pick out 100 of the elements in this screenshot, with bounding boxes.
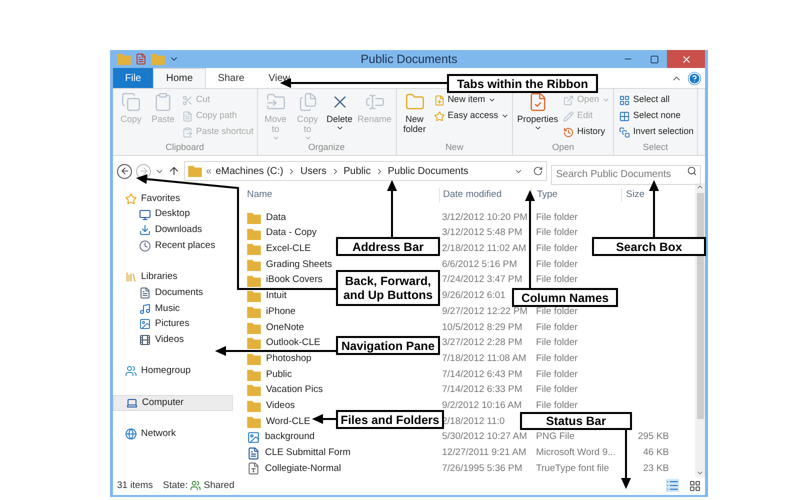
nav-item[interactable]: Downloads [113,222,233,238]
file-name[interactable]: Vacation Pics [266,383,323,398]
date-modified: 10/5/2012 8:29 PM [442,322,522,333]
rename-icon [364,92,385,112]
music-icon [139,302,151,315]
folder-icon [247,306,261,318]
nav-item[interactable]: Libraries [113,269,233,286]
document-icon [247,446,260,460]
file-name[interactable]: Excel-CLE [266,242,311,256]
ribbon-button[interactable]: Delete [324,92,355,142]
address-bar[interactable]: « eMachines (C:) Users Public Public Documents [184,161,547,181]
overflow-marker: « [206,164,212,178]
file-name[interactable]: Word-CLE [266,414,310,429]
file-name[interactable]: iBook Covers [266,273,322,288]
scrollbar[interactable] [695,183,705,477]
ribbon-button[interactable]: Invert selection [619,124,694,140]
file-name[interactable]: OneNote [266,320,304,335]
ribbon-tab[interactable]: View [256,68,302,88]
nav-item[interactable]: Pictures [113,316,233,332]
breadcrumb[interactable]: eMachines (C:) [216,164,284,178]
clock-icon [139,240,151,252]
date-modified: 9/26/2012 6:01 [442,290,506,302]
file-name[interactable]: Data [266,210,286,225]
date-modified: 7/24/2012 3:47 PM [442,274,522,286]
nav-item[interactable]: Homegroup [113,364,233,380]
nav-item[interactable]: Documents [113,285,233,301]
file-type: Microsoft Word 9... [536,447,616,458]
folder-icon [188,165,202,177]
clipboard-icon [153,92,173,112]
font-file-icon [247,462,260,476]
nav-item[interactable]: Music [113,300,233,316]
file-name[interactable]: Collegiate-Normal [265,462,342,476]
breadcrumb[interactable]: Users [300,164,326,178]
folder-icon [247,337,261,350]
tiles-view-icon[interactable] [689,480,701,492]
ribbon-button[interactable]: New folder [400,92,430,142]
properties-icon[interactable] [135,53,147,65]
ribbon-tab[interactable]: Home [153,68,206,88]
close-button[interactable] [667,50,705,68]
grid-icon [619,110,630,122]
nav-item[interactable]: Computer [113,394,233,411]
file-name[interactable]: Grading Sheets [266,258,332,272]
breadcrumb[interactable]: Public [344,164,371,178]
nav-item[interactable]: Videos [113,332,233,348]
file-name[interactable]: Data - Copy [266,226,317,241]
file-name[interactable]: Public [266,368,292,382]
folder-icon [247,416,261,428]
forward-arrow-icon [138,166,148,176]
arrow [649,180,659,237]
up-button[interactable] [168,165,180,177]
column-header[interactable]: Name [247,188,272,200]
back-button[interactable] [117,164,132,178]
file-name[interactable]: CLE Submittal Form [265,446,351,460]
folder-icon [404,92,425,112]
ribbon-button[interactable]: Select none [619,108,694,124]
file-plus-icon [434,94,445,106]
ribbon-tab[interactable]: File [113,68,154,88]
folder-icon [117,53,131,65]
close-icon [680,54,692,64]
file-name[interactable]: iPhone [266,304,296,320]
maximize-icon [650,54,658,64]
scroll-up-icon[interactable] [696,183,704,191]
breadcrumb[interactable]: Public Documents [388,164,468,178]
group-label: New [444,142,464,154]
file-size: 295 KB [638,431,669,442]
image-icon [247,430,260,444]
ribbon-button[interactable]: Easy access [434,108,510,124]
nav-item[interactable]: Desktop [113,206,233,222]
nav-item[interactable]: Favorites [113,191,233,207]
folder-arrow-icon [266,92,286,112]
nav-item[interactable]: Network [113,426,233,442]
ribbon-button[interactable]: Select all [619,92,694,108]
file-type: File folder [536,227,578,238]
column-header[interactable]: Size [626,188,644,200]
callout-label: Navigation Pane [336,336,440,355]
help-icon[interactable] [688,72,701,84]
file-name[interactable]: Videos [266,398,295,414]
file-name[interactable]: Intuit [266,289,287,304]
ribbon-button[interactable]: Properties [516,92,560,142]
folder-icon [247,322,261,334]
column-header[interactable]: Date modified [443,188,502,200]
file-name[interactable]: Outlook-CLE [266,336,320,350]
properties-icon [528,92,548,112]
details-view-icon[interactable] [666,479,679,492]
ribbon-button[interactable]: History [563,124,610,140]
file-type: File folder [536,212,578,223]
nav-item[interactable]: Recent places [113,238,233,254]
window-title: Public Documents [360,51,458,68]
date-modified: 2/18/2012 11:0 [442,416,505,427]
refresh-icon[interactable] [533,166,543,176]
search-field[interactable]: Search Public Documents [551,164,701,184]
ribbon-tab[interactable]: Share [206,68,256,88]
file-name[interactable]: Photoshop [266,352,312,366]
file-name[interactable]: background [265,430,315,445]
search-icon [687,166,697,176]
arrow [387,180,397,237]
files-icon [298,92,318,112]
folder-icon [151,53,165,65]
ribbon-button[interactable]: New item [434,92,510,108]
column-header[interactable]: Type [537,188,558,200]
